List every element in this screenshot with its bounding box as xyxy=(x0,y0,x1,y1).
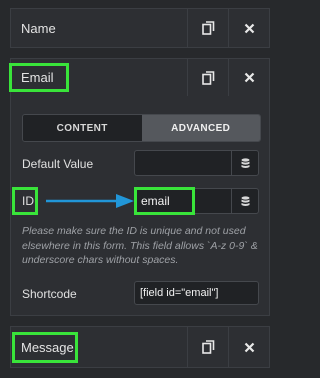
duplicate-button[interactable] xyxy=(187,9,228,47)
duplicate-button[interactable] xyxy=(187,59,228,96)
field-item-label: Name xyxy=(21,20,56,36)
database-button[interactable] xyxy=(231,189,258,213)
default-value-input[interactable] xyxy=(134,150,259,176)
close-icon xyxy=(244,23,254,33)
close-icon xyxy=(244,72,254,83)
database-icon xyxy=(241,195,249,206)
settings-tabs: CONTENT ADVANCED xyxy=(22,114,261,142)
email-highlight-box xyxy=(9,63,69,92)
id-help-text: Please make sure the ID is unique and no… xyxy=(22,225,258,266)
duplicate-icon xyxy=(201,340,214,354)
default-value-label: Default Value xyxy=(22,157,94,171)
field-item-name[interactable]: Name xyxy=(10,8,270,48)
close-icon xyxy=(244,342,254,352)
close-button[interactable] xyxy=(228,59,269,96)
message-highlight-box xyxy=(12,332,78,363)
close-button[interactable] xyxy=(228,327,269,367)
tab-advanced[interactable]: ADVANCED xyxy=(141,115,260,141)
arrow-right-icon xyxy=(46,194,134,208)
database-button[interactable] xyxy=(231,151,258,175)
duplicate-icon xyxy=(201,21,214,35)
database-icon xyxy=(241,157,249,168)
tab-content[interactable]: CONTENT xyxy=(23,115,142,141)
id-input-highlight-box xyxy=(134,187,195,215)
shortcode-field[interactable]: [field id="email"] xyxy=(134,281,259,305)
shortcode-label: Shortcode xyxy=(22,287,77,301)
close-button[interactable] xyxy=(228,9,269,47)
id-label-highlight-box xyxy=(12,187,38,215)
duplicate-button[interactable] xyxy=(187,327,228,367)
duplicate-icon xyxy=(201,70,214,85)
